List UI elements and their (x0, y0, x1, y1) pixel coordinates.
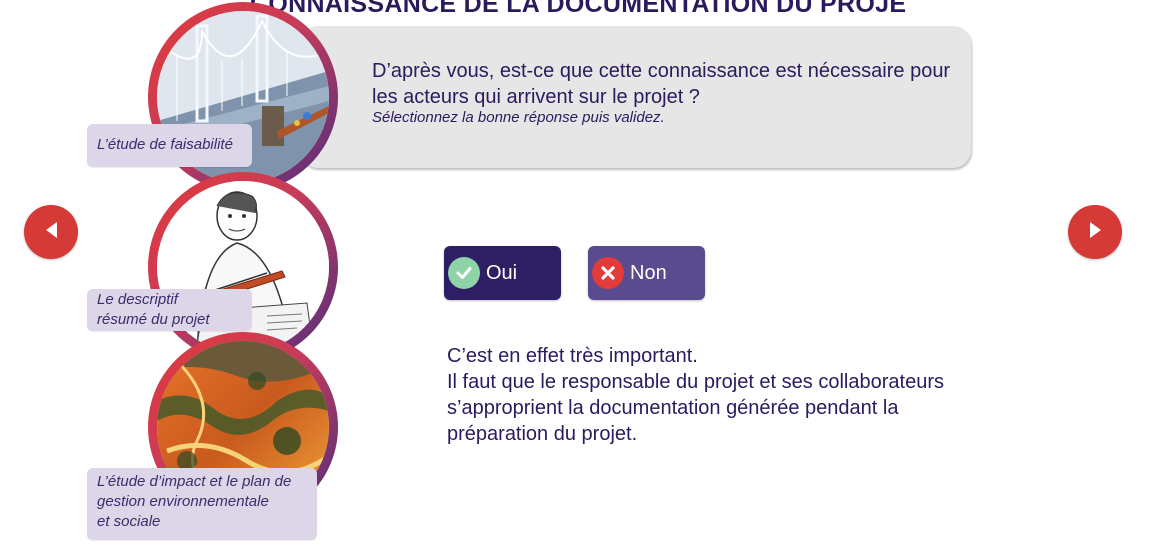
arrow-right-icon (1087, 221, 1103, 244)
previous-button[interactable] (24, 205, 78, 259)
yes-label: Oui (486, 261, 518, 284)
arrow-left-icon (43, 221, 59, 244)
no-label: Non (630, 261, 667, 284)
page-title: CONNAISSANCE DE LA DOCUMENTATION DU PROJ… (250, 0, 910, 18)
feedback-text: C’est en effet très important. Il faut q… (447, 345, 944, 445)
feasibility-study-caption: L’étude de faisabilité (87, 124, 252, 167)
x-circle-icon (592, 257, 624, 289)
impact-study-caption: L’étude d’impact et le plan de gestion e… (87, 468, 317, 540)
question-text: D’après vous, est-ce que cette connaissa… (372, 60, 951, 108)
project-summary-caption: Le descriptif résumé du projet (87, 289, 252, 331)
yes-button[interactable]: Oui (444, 246, 561, 300)
check-circle-icon (448, 257, 480, 289)
no-button[interactable]: Non (588, 246, 705, 300)
next-button[interactable] (1068, 205, 1122, 259)
question-hint: Sélectionnez la bonne réponse puis valid… (372, 109, 665, 126)
